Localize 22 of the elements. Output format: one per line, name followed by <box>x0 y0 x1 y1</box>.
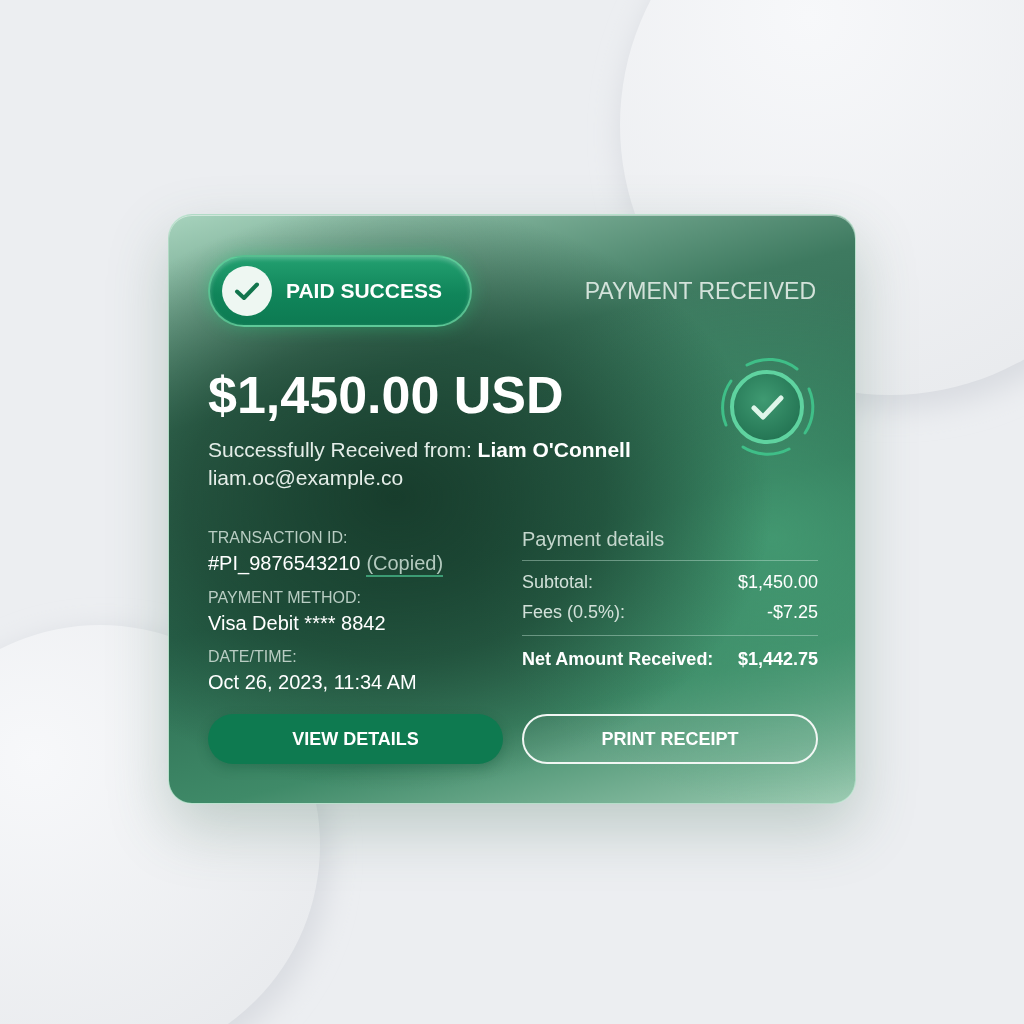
copied-indicator: (Copied) <box>366 551 444 577</box>
payment-amount: $1,450.00 USD <box>208 365 565 425</box>
check-icon <box>222 266 272 316</box>
field-label: TRANSACTION ID: <box>208 528 349 548</box>
line-item-label: Fees (0.5%): <box>522 601 626 624</box>
outline-button[interactable]: PRINT RECEIPT <box>522 714 818 764</box>
field-label: PAYMENT METHOD: <box>208 588 362 608</box>
total-label: Net Amount Received: <box>522 648 714 671</box>
sender-text: Successfully Received from: Liam O'Connell <box>208 437 631 463</box>
payment-status-heading: PAYMENT RECEIVED <box>584 277 816 305</box>
line-item-value: -$7.25 <box>766 601 818 624</box>
line-item-label: Subtotal: <box>522 571 594 594</box>
field-value: Visa Debit **** 8842 <box>208 611 386 636</box>
field-label: DATE/TIME: <box>208 647 298 667</box>
field-value: Oct 26, 2023, 11:34 AM <box>208 670 417 695</box>
sender-email: liam.oc@example.co <box>208 465 405 491</box>
total-value: $1,442.75 <box>737 648 818 671</box>
field-value: #PI_9876543210 <box>208 551 361 576</box>
status-label: PAID SUCCESS <box>286 279 442 303</box>
line-item-value: $1,450.00 <box>737 571 818 594</box>
details-title: Payment details <box>522 527 666 552</box>
primary-button[interactable]: VIEW DETAILS <box>208 714 503 764</box>
